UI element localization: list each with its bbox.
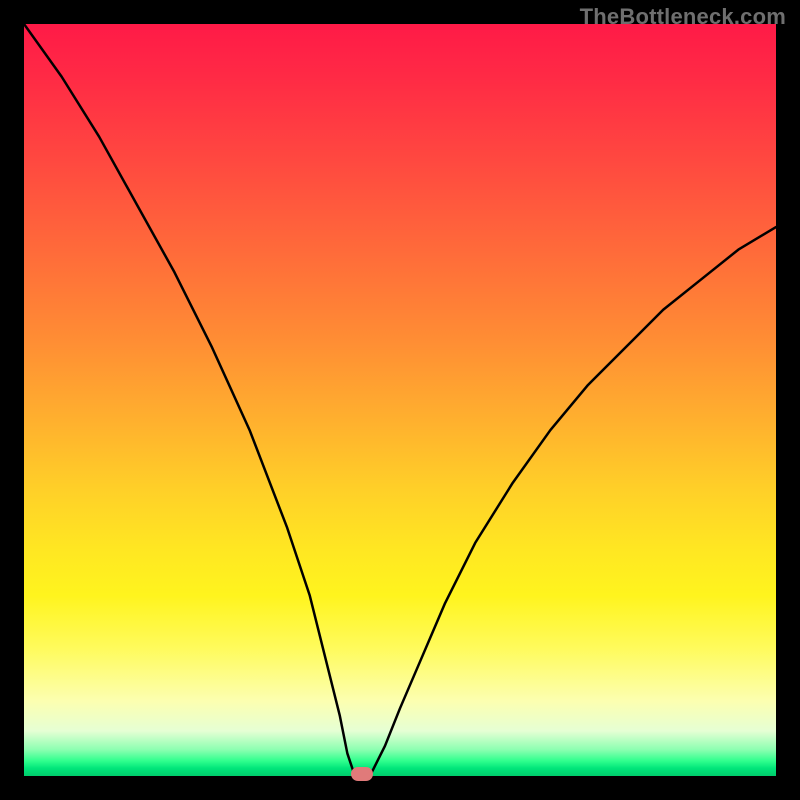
bottleneck-curve [24, 24, 776, 776]
chart-frame: TheBottleneck.com [0, 0, 800, 800]
watermark-label: TheBottleneck.com [580, 4, 786, 30]
optimum-marker [351, 767, 373, 781]
